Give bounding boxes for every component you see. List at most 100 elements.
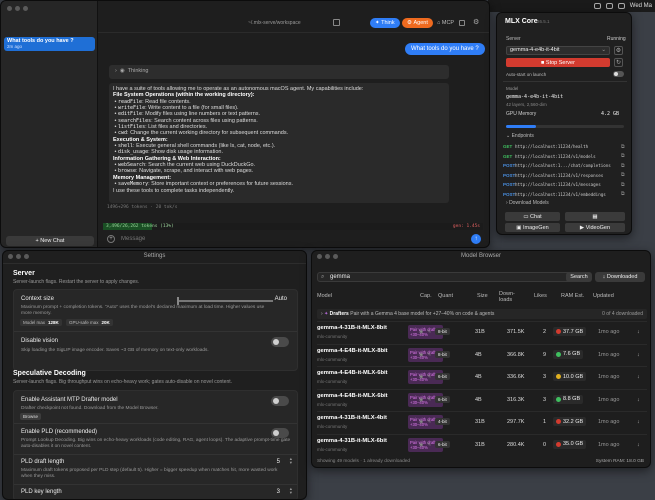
sidebar-toggle-icon[interactable] [459,20,465,26]
speculative-section-heading: Speculative Decoding [13,370,86,377]
folder-icon[interactable] [333,19,340,26]
search-button[interactable]: Search [566,272,592,282]
pld-title: Enable PLD (recommended) [21,429,98,435]
divider [14,423,297,424]
tool-description: : Change the current working directory f… [127,130,289,137]
thinking-disclosure[interactable]: › ◉ Thinking [109,65,449,79]
menubar-battery-icon[interactable] [605,3,613,9]
mcp-toggle[interactable]: ⌂ MCP [432,18,459,28]
endpoint-row: GET http://localhost:11234/health ⧉ [503,142,627,151]
models-browser-button[interactable]: ▦ [565,212,625,221]
column-header-quant[interactable]: Quant [438,293,453,299]
autostart-label: Auto-start on launch [506,72,547,77]
context-size-value: Auto [274,296,287,302]
message-input[interactable] [121,236,471,242]
quant-badge: 4-bit [435,418,450,425]
send-arrow-icon[interactable]: ↑ [471,234,481,244]
mtp-drafter-toggle[interactable] [271,396,289,406]
column-header-downloads[interactable]: Down-loads [499,291,521,303]
column-header-ram[interactable]: RAM Est. [561,293,584,299]
model-search-input[interactable]: ⌕ gemma [317,272,575,282]
settings-icon[interactable]: ⚙ [473,18,479,26]
model-meta: 42 layers, 2,560-dim [506,102,547,107]
models-count: Showing 49 models · 1 already downloaded [317,459,411,464]
answer-sections: File System Operations (within the worki… [113,92,445,187]
column-header-cap[interactable]: Cap. [420,293,432,299]
download-icon[interactable]: ↓ [637,442,640,448]
restart-icon[interactable]: ↻ [614,58,623,67]
pld-toggle[interactable] [271,428,289,438]
downloaded-filter-button[interactable]: ↓ Downloaded [595,272,645,282]
ram-estimate-value: 35.0 GB [563,441,584,447]
ram-status-dot [556,351,561,357]
model-size: 31B [475,419,485,425]
model-downloads: 336.6K [507,374,525,380]
minimize-window-button[interactable] [15,6,20,11]
zoom-window-button[interactable] [23,6,28,11]
close-window-button[interactable] [7,6,12,11]
tool-description: : List files and directories. [145,124,208,131]
context-size-slider[interactable] [177,297,273,305]
stepper-chevrons-icon[interactable]: ▴ ▾ [290,486,292,495]
copy-icon[interactable]: ⧉ [621,144,627,150]
model-select-value: gemma-4-e4b-it-4bit [510,47,560,53]
column-header-updated[interactable]: Updated [593,293,614,299]
chat-button[interactable]: ▭ Chat [505,212,560,221]
model-row[interactable]: gemma-4-E4B-it-MLX-8bit mlx-community Pair… [317,343,647,365]
download-models-label[interactable]: › Download Models [506,200,549,206]
gpu-safe-label: GPU-safe max [69,320,99,325]
wrench-icon: ✎ [427,396,432,403]
copy-icon[interactable]: ⧉ [621,172,627,178]
model-updated: 1mo ago [598,374,620,380]
disable-vision-toggle[interactable] [271,337,289,347]
model-select[interactable]: gemma-4-e4b-it-4bit ⌄ [506,46,610,55]
model-row[interactable]: gemma-4-31B-it-MLX-8bit mlx-community Pair… [317,321,647,342]
videogen-button[interactable]: ▶ VideoGen [565,223,625,232]
menubar-clock[interactable]: Wed Ma [630,3,652,9]
download-icon[interactable]: ↓ [637,329,640,335]
model-row[interactable]: gemma-4-31B-it-MLX-4bit mlx-community Pair… [317,411,647,432]
autostart-toggle[interactable] [613,71,624,77]
eye-icon: ◉ [419,329,424,335]
ram-estimate: 10.0 GB [553,372,587,381]
eye-icon: ◉ [419,351,424,358]
copy-icon[interactable]: ⧉ [621,182,627,188]
agent-toggle[interactable]: ⚙ Agent [402,18,433,28]
model-row[interactable]: gemma-4-31B-it-MLX-6bit mlx-community Pair… [317,433,647,455]
tool-description: : Show disk usage information. [148,149,223,156]
copy-icon[interactable]: ⧉ [621,153,627,159]
download-icon[interactable]: ↓ [637,397,640,403]
model-row[interactable]: gemma-4-E4B-it-MLX-6bit mlx-community Pair… [317,388,647,410]
stepper-chevrons-icon[interactable]: ▴ ▾ [290,456,292,465]
gear-icon[interactable]: ⚙ [614,46,623,55]
attach-plus-icon[interactable]: + [107,235,115,243]
browse-button[interactable]: Browse [20,413,42,420]
endpoint-row: POST http://localhost:1.../chat/completio… [503,161,627,170]
pld-draft-length-value: 5 [276,459,280,465]
drafters-group-header[interactable]: › ✦ Drafters Pair with a Gemma 4 base mo… [317,309,647,319]
speculative-settings-card: Enable Assistant MTP Drafter model Draft… [13,390,298,499]
model-row[interactable]: gemma-4-E4B-it-MLX-6bit mlx-community Pair… [317,366,647,387]
conversation-item[interactable]: What tools do you have ? 2m ago [4,37,95,51]
column-header-model[interactable]: Model [317,293,332,299]
tool-name: editFile [117,111,143,118]
imagegen-button[interactable]: ▣ ImageGen [505,223,560,232]
model-org: mlx-community [317,334,348,339]
menubar-wifi-icon[interactable] [617,3,625,9]
gpu-memory-fill [506,125,536,128]
think-toggle[interactable]: ✦ Think [370,18,400,28]
new-chat-button[interactable]: + New Chat [6,236,94,246]
stop-server-button[interactable]: ■ Stop Server [506,58,610,67]
model-max-label: Model max [23,320,46,325]
download-icon[interactable]: ↓ [637,352,640,358]
download-icon[interactable]: ↓ [637,419,640,425]
download-icon[interactable]: ↓ [637,374,640,380]
ram-status-dot [556,441,561,447]
column-header-size[interactable]: Size [477,293,488,299]
workspace-path[interactable]: ~/.mlx-serve/workspace [248,20,301,26]
column-header-likes[interactable]: Likes [534,293,547,299]
menubar-app-icon[interactable] [593,3,601,9]
copy-icon[interactable]: ⧉ [621,163,627,169]
copy-icon[interactable]: ⧉ [621,191,627,197]
tool-name: readFile [117,98,143,105]
